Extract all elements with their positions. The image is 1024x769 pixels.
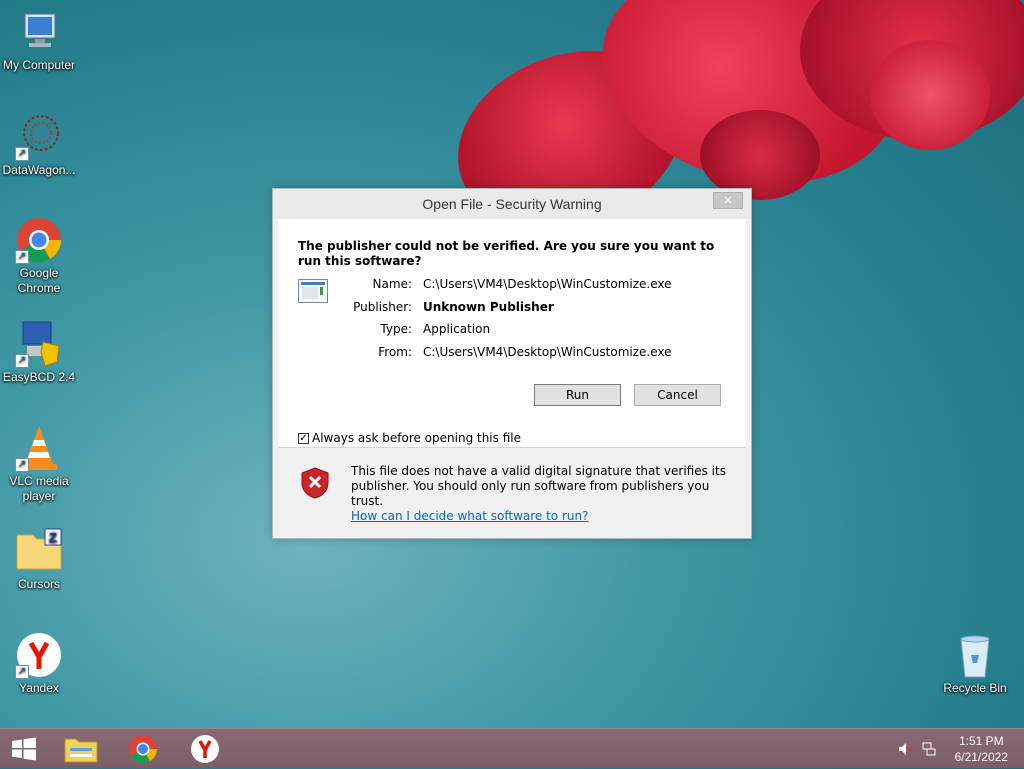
recycle-bin-icon: [951, 631, 999, 679]
easybcd-icon: ↗: [15, 320, 63, 368]
type-value: Application: [423, 322, 491, 336]
windows-logo-icon: [12, 737, 36, 761]
always-ask-label[interactable]: Always ask before opening this file: [312, 431, 521, 445]
clock-date: 6/21/2022: [954, 750, 1008, 764]
clock-time: 1:51 PM: [958, 734, 1004, 748]
always-ask-checkbox-row[interactable]: ✓ Always ask before opening this file: [298, 431, 521, 445]
dialog-title: Open File - Security Warning: [422, 196, 602, 212]
shortcut-arrow-icon: ↗: [15, 665, 29, 679]
yandex-icon: [191, 735, 219, 763]
shortcut-arrow-icon: ↗: [15, 147, 29, 161]
name-value: C:\Users\VM4\Desktop\WinCustomize.exe: [423, 277, 672, 291]
desktop-icon-label: EasyBCD 2.4: [2, 370, 76, 384]
start-button[interactable]: [0, 729, 48, 769]
always-ask-checkbox[interactable]: ✓: [298, 432, 309, 444]
file-explorer-icon: [64, 738, 98, 763]
wallpaper-petal: [700, 110, 820, 200]
close-button[interactable]: ✕: [713, 192, 743, 209]
yandex-icon: ↗: [15, 631, 63, 679]
publisher-label: Publisher:: [353, 300, 412, 314]
chrome-icon: ↗: [15, 216, 63, 264]
system-clock[interactable]: 1:51 PM 6/21/2022: [955, 733, 1008, 765]
desktop-icon-vlc[interactable]: ↗ VLC media player: [0, 424, 78, 504]
warning-heading: The publisher could not be verified. Are…: [298, 239, 715, 268]
desktop-icon-recycle-bin[interactable]: Recycle Bin: [936, 631, 1014, 696]
desktop-icon-datawagon[interactable]: ↗ DataWagon...: [0, 113, 78, 178]
warning-message: This file does not have a valid digital …: [351, 464, 731, 524]
shortcut-arrow-icon: ↗: [15, 250, 29, 264]
desktop-icon-label: Cursors: [17, 577, 60, 591]
cancel-button[interactable]: Cancel: [634, 384, 721, 406]
desktop-icon-label: Recycle Bin: [943, 681, 1007, 695]
wallpaper-petal: [870, 40, 990, 150]
chrome-icon: [129, 735, 157, 763]
folder-icon: Z: [15, 527, 63, 575]
svg-text:Z: Z: [49, 530, 57, 545]
desktop-icon-google-chrome[interactable]: ↗ Google Chrome: [0, 216, 78, 296]
run-button[interactable]: Run: [534, 384, 621, 406]
datawagon-icon: ↗: [15, 113, 63, 161]
desktop-icon-cursors[interactable]: Z Cursors: [0, 527, 78, 592]
desktop-icon-easybcd[interactable]: ↗ EasyBCD 2.4: [0, 320, 78, 385]
warning-text: This file does not have a valid digital …: [351, 464, 726, 508]
volume-muted-icon[interactable]: [897, 741, 913, 757]
desktop-icon-label: My Computer: [2, 58, 76, 72]
desktop-icon-yandex[interactable]: ↗ Yandex: [0, 631, 78, 696]
vlc-cone-icon: ↗: [15, 424, 63, 472]
from-label: From:: [378, 345, 412, 359]
network-icon[interactable]: [921, 741, 937, 757]
desktop-icon-label: DataWagon...: [2, 163, 76, 177]
security-warning-dialog: Open File - Security Warning ✕ The publi…: [272, 188, 752, 539]
type-label: Type:: [380, 322, 412, 336]
taskbar-chrome[interactable]: [119, 729, 167, 769]
name-label: Name:: [372, 277, 412, 291]
desktop-icon-my-computer[interactable]: My Computer: [0, 8, 78, 73]
shield-error-icon: [301, 467, 329, 499]
help-link[interactable]: How can I decide what software to run?: [351, 509, 588, 523]
dialog-warning-footer: This file does not have a valid digital …: [279, 447, 745, 532]
taskbar-file-explorer[interactable]: [57, 729, 105, 769]
publisher-value: Unknown Publisher: [423, 300, 554, 314]
taskbar: 1:51 PM 6/21/2022: [0, 728, 1024, 768]
shortcut-arrow-icon: ↗: [15, 354, 29, 368]
desktop-icon-label: Yandex: [19, 681, 59, 695]
desktop-icon-label: VLC media player: [9, 474, 69, 503]
desktop-icon-label: Google Chrome: [17, 266, 61, 295]
computer-icon: [15, 8, 63, 56]
taskbar-yandex[interactable]: [181, 729, 229, 769]
dialog-titlebar[interactable]: Open File - Security Warning ✕: [273, 189, 751, 219]
shortcut-arrow-icon: ↗: [15, 458, 29, 472]
from-value: C:\Users\VM4\Desktop\WinCustomize.exe: [423, 345, 672, 359]
